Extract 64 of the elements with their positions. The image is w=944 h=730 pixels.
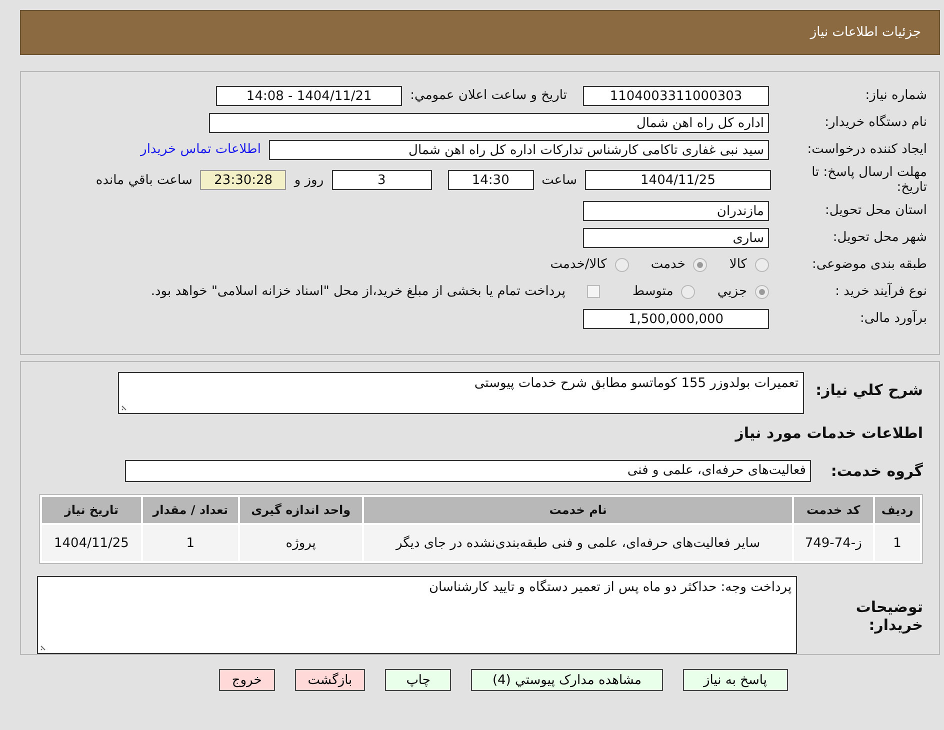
field-label: شماره نیاز: [864, 88, 927, 103]
column-header: تعداد / مقدار [142, 497, 238, 523]
requester-field: سید نبی غفاری تاکامی کارشناس تدارکات اداره کل راه اهن شمال [269, 140, 769, 160]
days-field: 3 [332, 170, 432, 190]
time-label: ساعت [542, 172, 577, 188]
radio-button[interactable] [614, 258, 629, 272]
field-label: گروه خدمت: [830, 461, 923, 481]
province-field: مازندران [583, 200, 769, 220]
field-label: ایجاد کننده درخواست: [806, 142, 927, 157]
field-label: توضیحات خریدار: [854, 598, 923, 634]
table-cell: ز-74-749 [794, 525, 873, 561]
radio-label: جزيي [717, 284, 747, 299]
field-label: استان محل تحویل: [824, 203, 927, 218]
treasury-checkbox[interactable] [587, 285, 600, 298]
remaining-time-field: 23:30:28 [200, 170, 286, 190]
remaining-label: ساعت باقي مانده [96, 172, 192, 188]
days-label: روز و [294, 172, 324, 188]
resize-grip-icon [120, 403, 129, 411]
radio-button[interactable] [681, 284, 696, 298]
field-label: شهر محل تحویل: [832, 230, 927, 245]
page-title: جزئیات اطلاعات نیاز [810, 25, 921, 40]
section-title: اطلاعات خدمات مورد نیاز [734, 424, 923, 442]
column-header: نام خدمت [364, 497, 792, 523]
action-button[interactable]: بازگشت [294, 669, 366, 691]
field-label: برآورد مالی: [859, 311, 927, 326]
radio-label: خدمت [650, 257, 686, 272]
treasury-note: پرداخت تمام یا بخشی از مبلغ خرید،از محل "اسناد خزانه اسلامی" خواهد بود. [150, 284, 566, 299]
budget-field: 1,500,000,000 [583, 308, 769, 328]
city-field: ساری [583, 228, 769, 248]
table-cell: 1404/11/25 [42, 525, 141, 561]
service-group-field: فعالیت‌های حرفه‌ای، علمی و فنی [125, 460, 811, 482]
action-button[interactable]: خروج [218, 669, 275, 691]
buyer-notes-field: پرداخت وجه: حداکثر دو ماه پس از تعمیر دستگاه و تایید کارشناسان [37, 576, 797, 654]
deadline-time-field: 14:30 [448, 170, 534, 190]
table-cell: 1 [142, 525, 238, 561]
field-label: تاریخ و ساعت اعلان عمومي: [410, 88, 567, 103]
table-cell: 1 [874, 525, 920, 561]
action-button[interactable]: پاسخ به نیاز [682, 669, 788, 691]
column-header: ردیف [874, 497, 920, 523]
radio-label: کالا/خدمت [550, 257, 607, 272]
field-label: مهلت ارسال پاسخ: تا تاریخ: [810, 165, 927, 195]
table-cell: پروژه [240, 525, 362, 561]
field-label: شرح کلي نیاز: [816, 380, 923, 400]
field-label: طبقه بندی موضوعی: [810, 257, 927, 272]
column-header: کد خدمت [794, 497, 873, 523]
table-cell: سایر فعالیت‌های حرفه‌ای، علمی و فنی طبقه‌بندی‌نشده در جای دیگر [364, 525, 792, 561]
buyer-org-field: اداره کل راه اهن شمال [209, 112, 769, 132]
column-header: واحد اندازه گیری [240, 497, 362, 523]
field-label: نوع فرآیند خرید : [834, 284, 927, 299]
resize-grip-icon [40, 643, 48, 651]
action-button[interactable]: چاپ [385, 669, 452, 691]
field-label: نام دستگاه خریدار: [824, 115, 927, 130]
action-button[interactable]: مشاهده مدارک پیوستي (4) [471, 669, 662, 691]
deadline-date-field: 1404/11/25 [585, 170, 771, 190]
buyer-contact-link[interactable]: اطلاعات تماس خریدار [140, 142, 261, 157]
announce-date-field: 1404/11/21 - 14:08 [216, 86, 402, 106]
column-header: تاریخ نیاز [42, 497, 141, 523]
need-number-field: 1104003311000303 [583, 86, 769, 106]
radio-label: کالا [729, 257, 747, 272]
radio-button[interactable] [755, 258, 769, 272]
radio-label: متوسط [632, 284, 674, 299]
description-field: تعمیرات بولدوزر 155 کوماتسو مطابق شرح خدمات پیوستی [118, 372, 804, 414]
radio-button[interactable] [755, 284, 769, 298]
radio-button[interactable] [693, 258, 708, 272]
